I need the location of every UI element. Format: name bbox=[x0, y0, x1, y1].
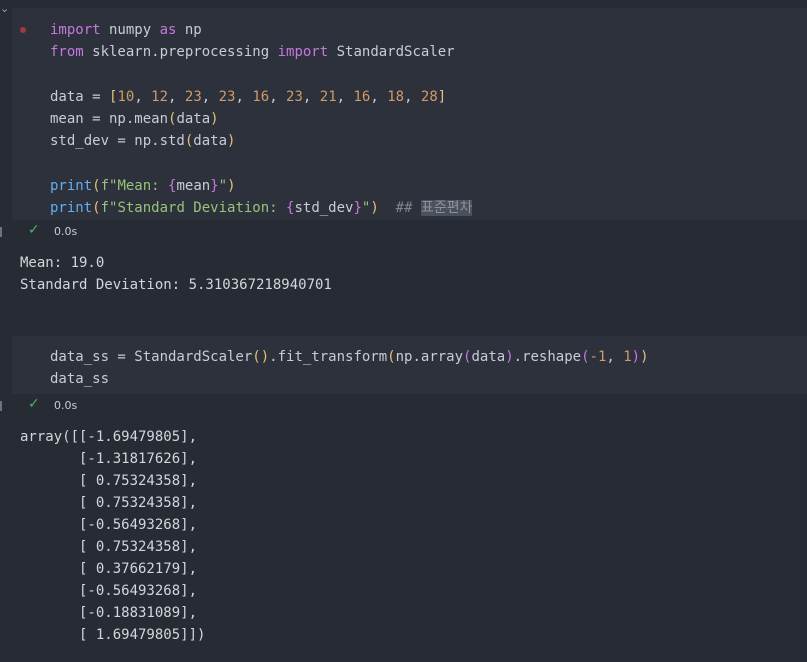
code-token: , bbox=[404, 88, 421, 105]
gutter-marker bbox=[0, 227, 2, 237]
code-token: mean bbox=[176, 178, 211, 195]
code-line: import numpy as np bbox=[50, 19, 472, 41]
code-token: , bbox=[269, 88, 287, 105]
code-token: 23 bbox=[286, 88, 303, 105]
cell-status-bar: ✓ 0.0s bbox=[0, 394, 807, 418]
code-token: from bbox=[50, 44, 84, 61]
code-line: std_dev = np.std(data) bbox=[50, 130, 472, 152]
code-line: data_ss = StandardScaler().fit_transform… bbox=[50, 346, 649, 368]
code-line: print(f"Standard Deviation: {std_dev}") … bbox=[50, 197, 473, 219]
code-editor[interactable]: import numpy as np from sklearn.preproces… bbox=[50, 19, 473, 220]
code-token: numpy bbox=[100, 22, 160, 38]
cell-output: array([[-1.69479805], [-1.31817626], [ 0… bbox=[20, 429, 206, 643]
code-token: , bbox=[168, 88, 185, 105]
code-token: ( bbox=[92, 200, 101, 217]
code-token: 18 bbox=[387, 88, 405, 105]
code-token: as bbox=[159, 22, 177, 38]
code-editor[interactable]: data_ss = StandardScaler().fit_transform… bbox=[50, 346, 649, 391]
code-token: , bbox=[201, 88, 219, 105]
code-token: ( bbox=[387, 349, 396, 365]
execution-time: 0.0s bbox=[54, 399, 78, 412]
code-token: sklearn.preprocessing bbox=[83, 44, 278, 61]
code-token: print bbox=[50, 200, 93, 217]
code-token: ( bbox=[92, 178, 101, 195]
code-token: 1 bbox=[623, 349, 632, 365]
code-line: mean = np.mean(data) bbox=[50, 108, 472, 130]
code-token: , bbox=[235, 88, 253, 105]
cell-status-bar: ✓ 0.0s bbox=[0, 220, 807, 244]
chevron-down-icon[interactable]: ⌄ bbox=[0, 2, 9, 15]
code-token: () bbox=[252, 349, 270, 365]
code-token: StandardScaler bbox=[328, 44, 455, 61]
code-line: from sklearn.preprocessing import Standa… bbox=[50, 41, 472, 63]
code-token: , bbox=[606, 349, 624, 365]
check-icon: ✓ bbox=[28, 222, 40, 238]
code-token: } bbox=[353, 200, 362, 217]
code-token: data_ss bbox=[50, 371, 110, 388]
code-line: data = [10, 12, 23, 23, 16, 23, 21, 16, … bbox=[50, 86, 472, 108]
code-token: ) bbox=[227, 178, 236, 195]
code-line: data_ss bbox=[50, 368, 649, 390]
code-token: np bbox=[176, 22, 202, 38]
code-token: .fit_transform bbox=[269, 349, 388, 365]
code-token: ) bbox=[370, 200, 379, 217]
code-token: ) bbox=[640, 349, 649, 365]
code-token: ) bbox=[210, 111, 219, 128]
code-token: , bbox=[134, 88, 152, 105]
code-token: 23 bbox=[184, 88, 202, 105]
code-token: .reshape bbox=[513, 349, 582, 365]
code-cell-2[interactable]: data_ss = StandardScaler().fit_transform… bbox=[12, 336, 807, 396]
code-line: print(f"Mean: {mean}") bbox=[50, 175, 472, 197]
code-token: ) bbox=[631, 349, 641, 365]
code-token: data_ss = StandardScaler bbox=[50, 349, 253, 365]
code-token: f"Standard Deviation: bbox=[100, 200, 287, 217]
code-token: data bbox=[176, 111, 211, 128]
code-token: 16 bbox=[252, 88, 270, 105]
execution-time: 0.0s bbox=[54, 225, 78, 238]
code-token: 16 bbox=[353, 88, 371, 105]
code-token: import bbox=[277, 44, 329, 61]
code-token: ## bbox=[395, 200, 421, 217]
code-token: std_dev = np.std bbox=[50, 133, 185, 150]
code-token: 12 bbox=[151, 88, 169, 105]
code-token: print bbox=[50, 178, 93, 195]
code-token: , bbox=[302, 88, 320, 105]
code-token: data bbox=[471, 349, 506, 365]
code-token: 21 bbox=[319, 88, 337, 105]
cell-output: Mean: 19.0 Standard Deviation: 5.3103672… bbox=[20, 255, 332, 293]
code-token: np.array bbox=[395, 349, 464, 365]
code-token: , bbox=[370, 88, 388, 105]
code-token: 28 bbox=[420, 88, 438, 105]
code-token: " bbox=[218, 178, 228, 195]
check-icon: ✓ bbox=[28, 396, 40, 412]
code-token: data bbox=[193, 133, 228, 150]
code-token: 10 bbox=[117, 88, 135, 105]
code-token: ] bbox=[437, 88, 447, 105]
code-cell-1[interactable]: import numpy as np from sklearn.preproces… bbox=[12, 8, 807, 224]
code-token: 표준편차 bbox=[420, 200, 473, 217]
code-token: ( bbox=[581, 349, 590, 365]
code-token: ) bbox=[227, 133, 236, 150]
code-token: import bbox=[50, 22, 101, 38]
code-token: } bbox=[210, 178, 219, 195]
code-token: -1 bbox=[589, 349, 607, 365]
gutter-marker bbox=[0, 401, 2, 411]
code-token: ) bbox=[505, 349, 514, 365]
code-token: f"Mean: bbox=[100, 178, 169, 195]
code-token: std_dev bbox=[294, 200, 354, 217]
code-token: 23 bbox=[218, 88, 236, 105]
code-token: , bbox=[336, 88, 354, 105]
breakpoint-dot-icon[interactable] bbox=[20, 27, 26, 33]
code-token: mean = np.mean bbox=[50, 111, 169, 128]
code-token: data = bbox=[50, 88, 110, 105]
